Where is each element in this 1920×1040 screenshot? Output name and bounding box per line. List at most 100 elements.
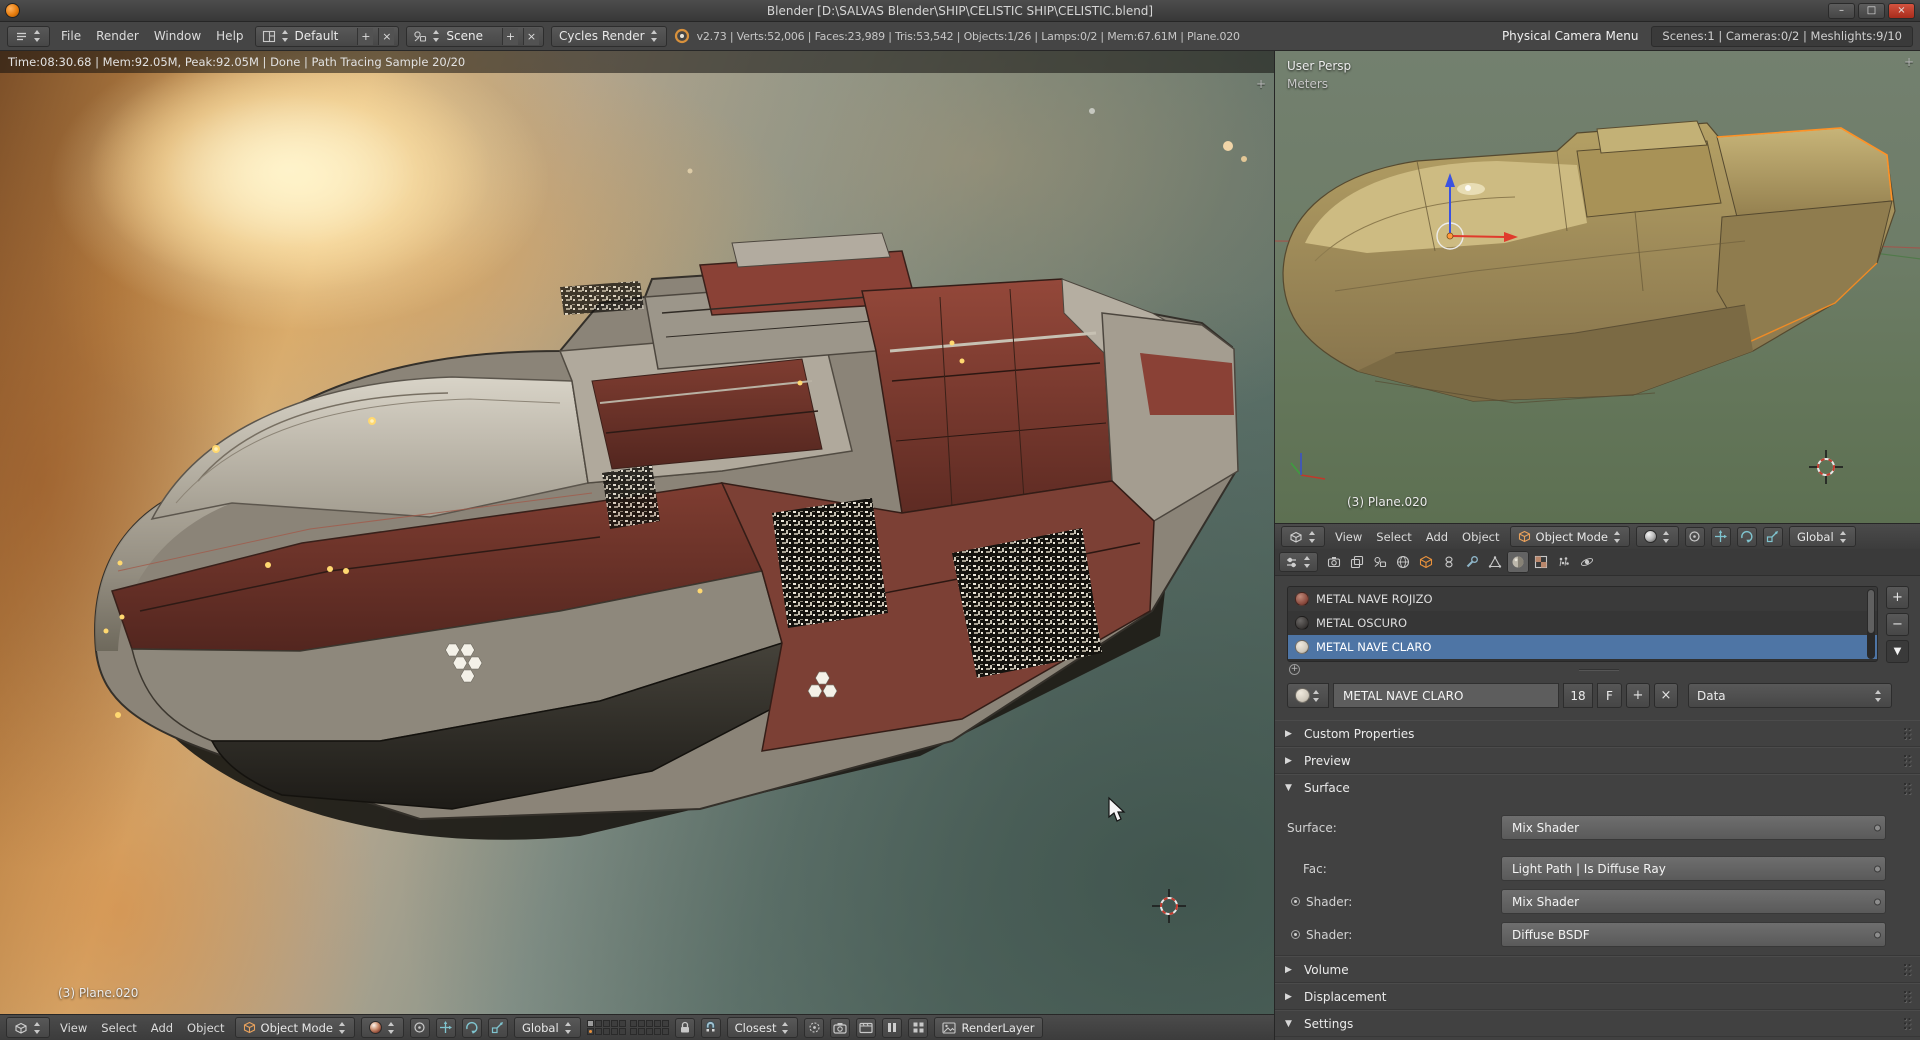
scene-lock-button[interactable] — [674, 1017, 695, 1038]
layer-cell[interactable] — [610, 1020, 618, 1027]
layout-selector[interactable]: Default + × — [254, 25, 400, 47]
region-corner-icon[interactable]: + — [1904, 55, 1914, 69]
expand-list-icon[interactable]: + — [1289, 664, 1300, 675]
region-corner-icon[interactable]: + — [1256, 77, 1266, 91]
panel-volume[interactable]: ▶ Volume — [1275, 956, 1920, 983]
tab-data-icon[interactable] — [1484, 551, 1506, 573]
menu-view[interactable]: View — [56, 1021, 91, 1035]
rendered-viewport[interactable]: Time:08:30.68 | Mem:92.05M, Peak:92.05M … — [0, 51, 1274, 1014]
snap-mode-select[interactable]: Closest — [726, 1017, 799, 1038]
tab-scene-icon[interactable] — [1369, 551, 1391, 573]
layer-cell[interactable] — [661, 1028, 669, 1035]
tab-texture-icon[interactable] — [1530, 551, 1552, 573]
editor-type-button[interactable] — [6, 1017, 50, 1038]
manipulator-scale-button[interactable] — [1762, 526, 1783, 547]
menu-add[interactable]: Add — [1422, 530, 1452, 544]
layer-cell[interactable] — [602, 1020, 610, 1027]
snap-toggle-button[interactable] — [700, 1017, 721, 1038]
layer-cell[interactable] — [629, 1020, 637, 1027]
maximize-button[interactable]: □ — [1858, 2, 1885, 19]
layer-cell[interactable] — [618, 1020, 626, 1027]
users-count-button[interactable]: 18 — [1563, 683, 1593, 708]
panel-drag-dots[interactable] — [1903, 990, 1912, 1003]
menu-object[interactable]: Object — [1458, 530, 1503, 544]
physical-camera-menu[interactable]: Physical Camera Menu — [1496, 29, 1644, 43]
tab-material-icon[interactable] — [1507, 551, 1529, 573]
delete-layout-button[interactable]: × — [378, 27, 395, 45]
slot-specials-button[interactable]: ▼ — [1886, 640, 1909, 663]
editor-type-button[interactable] — [7, 25, 50, 47]
tab-physics-icon[interactable] — [1576, 551, 1598, 573]
panel-drag-dots[interactable] — [1903, 754, 1912, 767]
panel-drag-dots[interactable] — [1903, 727, 1912, 740]
manipulator-translate-button[interactable] — [435, 1017, 456, 1038]
material-slot-claro[interactable]: METAL NAVE CLARO — [1288, 635, 1877, 659]
layer-cell[interactable] — [618, 1028, 626, 1035]
editor-type-button[interactable] — [1281, 526, 1325, 547]
panel-preview[interactable]: ▶ Preview — [1275, 747, 1920, 774]
minimize-button[interactable]: – — [1828, 2, 1855, 19]
viewport-shading-select[interactable] — [360, 1017, 404, 1038]
render-layer-select[interactable]: RenderLayer — [934, 1017, 1043, 1038]
material-slot-rojizo[interactable]: METAL NAVE ROJIZO — [1288, 587, 1877, 611]
menu-object[interactable]: Object — [183, 1021, 228, 1035]
render-engine-select[interactable]: Cycles Render — [550, 25, 667, 47]
add-layout-button[interactable]: + — [357, 27, 374, 45]
layer-cell[interactable] — [586, 1020, 594, 1027]
surface-shader-select[interactable]: Mix Shader — [1501, 815, 1886, 840]
tab-world-icon[interactable] — [1392, 551, 1414, 573]
add-slot-button[interactable]: + — [1886, 586, 1909, 609]
tab-render-icon[interactable] — [1323, 551, 1345, 573]
layer-cell[interactable] — [610, 1028, 618, 1035]
delete-scene-button[interactable]: × — [522, 27, 539, 45]
pivot-point-select[interactable] — [1684, 526, 1705, 547]
layer-cell[interactable] — [637, 1028, 645, 1035]
panel-drag-dots[interactable] — [1903, 963, 1912, 976]
panel-drag-dots[interactable] — [1903, 1017, 1912, 1030]
layer-cell[interactable] — [594, 1020, 602, 1027]
menu-help[interactable]: Help — [212, 29, 247, 43]
pivot-point-select[interactable] — [409, 1017, 430, 1038]
panel-settings[interactable]: ▼ Settings — [1275, 1010, 1920, 1037]
material-name-field[interactable]: METAL NAVE CLARO — [1333, 683, 1559, 708]
layer-cell[interactable] — [586, 1028, 594, 1035]
manipulator-rotate-button[interactable] — [1736, 526, 1757, 547]
tab-object-icon[interactable] — [1415, 551, 1437, 573]
browse-material-button[interactable] — [1287, 683, 1329, 708]
list-scrollbar[interactable] — [1867, 589, 1875, 659]
menu-add[interactable]: Add — [147, 1021, 177, 1035]
layer-cell[interactable] — [653, 1020, 661, 1027]
shader1-select[interactable]: Mix Shader — [1501, 889, 1886, 914]
fake-user-button[interactable]: F — [1597, 683, 1622, 708]
panel-drag-dots[interactable] — [1903, 781, 1912, 795]
pause-render-button[interactable] — [882, 1017, 903, 1038]
layer-cell[interactable] — [653, 1028, 661, 1035]
orientation-select[interactable]: Global — [513, 1017, 581, 1038]
viewport-shading-select[interactable] — [1635, 526, 1679, 547]
layer-cell[interactable] — [661, 1020, 669, 1027]
opengl-render-anim-button[interactable] — [856, 1017, 877, 1038]
unlink-material-button[interactable]: × — [1654, 683, 1678, 708]
menu-render[interactable]: Render — [92, 29, 143, 43]
menu-select[interactable]: Select — [1372, 530, 1415, 544]
layer-group-2[interactable] — [629, 1020, 669, 1035]
layer-grid-button[interactable] — [908, 1017, 929, 1038]
layer-cell[interactable] — [645, 1028, 653, 1035]
menu-file[interactable]: File — [57, 29, 85, 43]
menu-window[interactable]: Window — [150, 29, 205, 43]
tab-constraints-icon[interactable] — [1438, 551, 1460, 573]
fac-input-select[interactable]: Light Path | Is Diffuse Ray — [1501, 856, 1886, 881]
add-scene-button[interactable]: + — [501, 27, 518, 45]
layer-cell[interactable] — [637, 1020, 645, 1027]
tab-render-layers-icon[interactable] — [1346, 551, 1368, 573]
layer-cell[interactable] — [602, 1028, 610, 1035]
snap-target-button[interactable] — [804, 1017, 825, 1038]
tab-particles-icon[interactable] — [1553, 551, 1575, 573]
new-material-button[interactable]: + — [1626, 683, 1650, 708]
solid-viewport[interactable]: User Persp Meters (3) Plane.020 + — [1274, 51, 1920, 523]
layers-widget[interactable] — [586, 1020, 669, 1035]
shader2-select[interactable]: Diffuse BSDF — [1501, 922, 1886, 947]
list-resize-grip[interactable]: + — [1287, 664, 1910, 675]
scene-selector[interactable]: Scene + × — [406, 25, 544, 47]
mode-select[interactable]: Object Mode — [1509, 526, 1630, 547]
